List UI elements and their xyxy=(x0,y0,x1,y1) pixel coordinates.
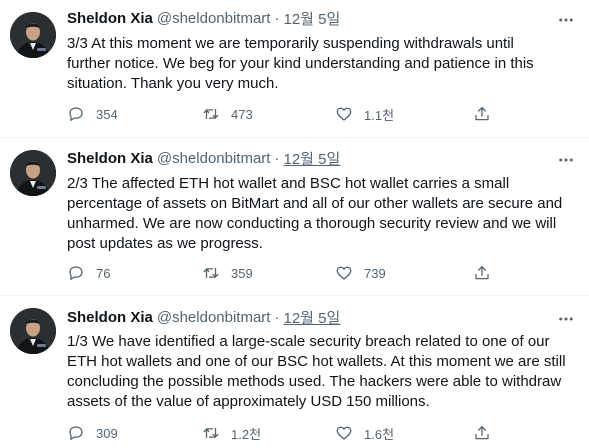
share-icon xyxy=(475,106,489,121)
avatar[interactable] xyxy=(10,12,56,58)
retweet-icon xyxy=(203,108,219,120)
retweet-button[interactable]: 1.2천 xyxy=(202,423,261,443)
tweet-text-line: further notice. We beg for your kind und… xyxy=(67,55,534,72)
retweet-icon xyxy=(203,267,219,279)
more-icon[interactable] xyxy=(556,309,576,329)
tweet-text-line: percentage of assets on BitMart and all … xyxy=(67,195,563,212)
timestamp[interactable]: 12월 5일 xyxy=(283,307,340,328)
share-icon xyxy=(475,425,489,440)
tweet-text-line: unharmed. We are now conducting a thorou… xyxy=(67,215,557,232)
author-name[interactable]: Sheldon Xia xyxy=(67,10,153,27)
tweet-text-line: 3/3 At this moment we are temporarily su… xyxy=(67,35,514,52)
tweet-text-line: assets of the value of approximately USD… xyxy=(67,393,430,410)
tweet-header: Sheldon Xia @sheldonbitmart · 12월 5일 xyxy=(67,8,340,28)
tweet-actions: 354 473 1.1천 xyxy=(67,104,507,124)
retweet-count: 473 xyxy=(231,106,253,122)
reply-count: 309 xyxy=(96,425,118,441)
retweet-count: 1.2천 xyxy=(231,426,262,442)
heart-icon xyxy=(336,426,352,440)
tweet-text-line: situation. Thank you very much. xyxy=(67,75,279,92)
more-icon[interactable] xyxy=(556,10,576,30)
retweet-button[interactable]: 359 xyxy=(202,263,253,283)
tweet-actions: 76 359 739 xyxy=(67,263,507,283)
author-name[interactable]: Sheldon Xia xyxy=(67,150,153,167)
tweet-text: 2/3 The affected ETH hot wallet and BSC … xyxy=(67,174,582,254)
reply-count: 76 xyxy=(96,265,111,281)
author-name[interactable]: Sheldon Xia xyxy=(67,309,153,326)
heart-icon xyxy=(336,266,352,280)
retweet-icon xyxy=(203,427,219,439)
tweet-text-line: post updates as we progress. xyxy=(67,235,263,252)
more-icon[interactable] xyxy=(556,150,576,170)
avatar[interactable] xyxy=(10,150,56,196)
share-icon xyxy=(475,265,489,280)
reply-button[interactable]: 76 xyxy=(67,263,110,283)
retweet-button[interactable]: 473 xyxy=(202,104,253,124)
reply-button[interactable]: 354 xyxy=(67,104,118,124)
share-button[interactable] xyxy=(473,263,491,283)
like-count: 739 xyxy=(364,265,386,281)
timestamp[interactable]: 12월 5일 xyxy=(283,148,340,169)
like-count: 1.1천 xyxy=(364,107,395,123)
tweet-text-line: 1/3 We have identified a large-scale sec… xyxy=(67,333,550,350)
share-button[interactable] xyxy=(473,104,491,124)
tweet-text-line: 2/3 The affected ETH hot wallet and BSC … xyxy=(67,175,510,192)
reply-button[interactable]: 309 xyxy=(67,423,118,443)
tweet-text: 3/3 At this moment we are temporarily su… xyxy=(67,34,582,94)
timestamp[interactable]: 12월 5일 xyxy=(283,8,340,29)
like-button[interactable]: 1.6천 xyxy=(335,423,394,443)
like-count: 1.6천 xyxy=(364,426,395,442)
like-button[interactable]: 739 xyxy=(335,263,386,283)
retweet-count: 359 xyxy=(231,265,253,281)
tweet-header: Sheldon Xia @sheldonbitmart · 12월 5일 xyxy=(67,148,340,168)
avatar[interactable] xyxy=(10,308,56,354)
reply-icon xyxy=(69,426,83,441)
separator: · xyxy=(274,308,280,326)
reply-count: 354 xyxy=(96,106,118,122)
separator: · xyxy=(274,149,280,167)
separator: · xyxy=(274,9,280,27)
tweet-text-line: ETH hot wallets and one of our BSC hot w… xyxy=(67,353,566,370)
tweet-header: Sheldon Xia @sheldonbitmart · 12월 5일 xyxy=(67,307,340,327)
author-handle[interactable]: @sheldonbitmart xyxy=(157,150,271,167)
author-handle[interactable]: @sheldonbitmart xyxy=(157,309,271,326)
heart-icon xyxy=(336,107,352,121)
like-button[interactable]: 1.1천 xyxy=(335,104,394,124)
tweet[interactable]: Sheldon Xia @sheldonbitmart · 12월 5일 3/3… xyxy=(0,0,589,137)
tweet-text-line: concluding the possible methods used. Th… xyxy=(67,373,562,390)
tweet-actions: 309 1.2천 1.6천 xyxy=(67,423,507,443)
share-button[interactable] xyxy=(473,423,491,443)
reply-icon xyxy=(69,266,83,281)
author-handle[interactable]: @sheldonbitmart xyxy=(157,10,271,27)
tweet-feed: Sheldon Xia @sheldonbitmart · 12월 5일 3/3… xyxy=(0,0,589,448)
reply-icon xyxy=(69,107,83,122)
tweet-text: 1/3 We have identified a large-scale sec… xyxy=(67,332,582,412)
